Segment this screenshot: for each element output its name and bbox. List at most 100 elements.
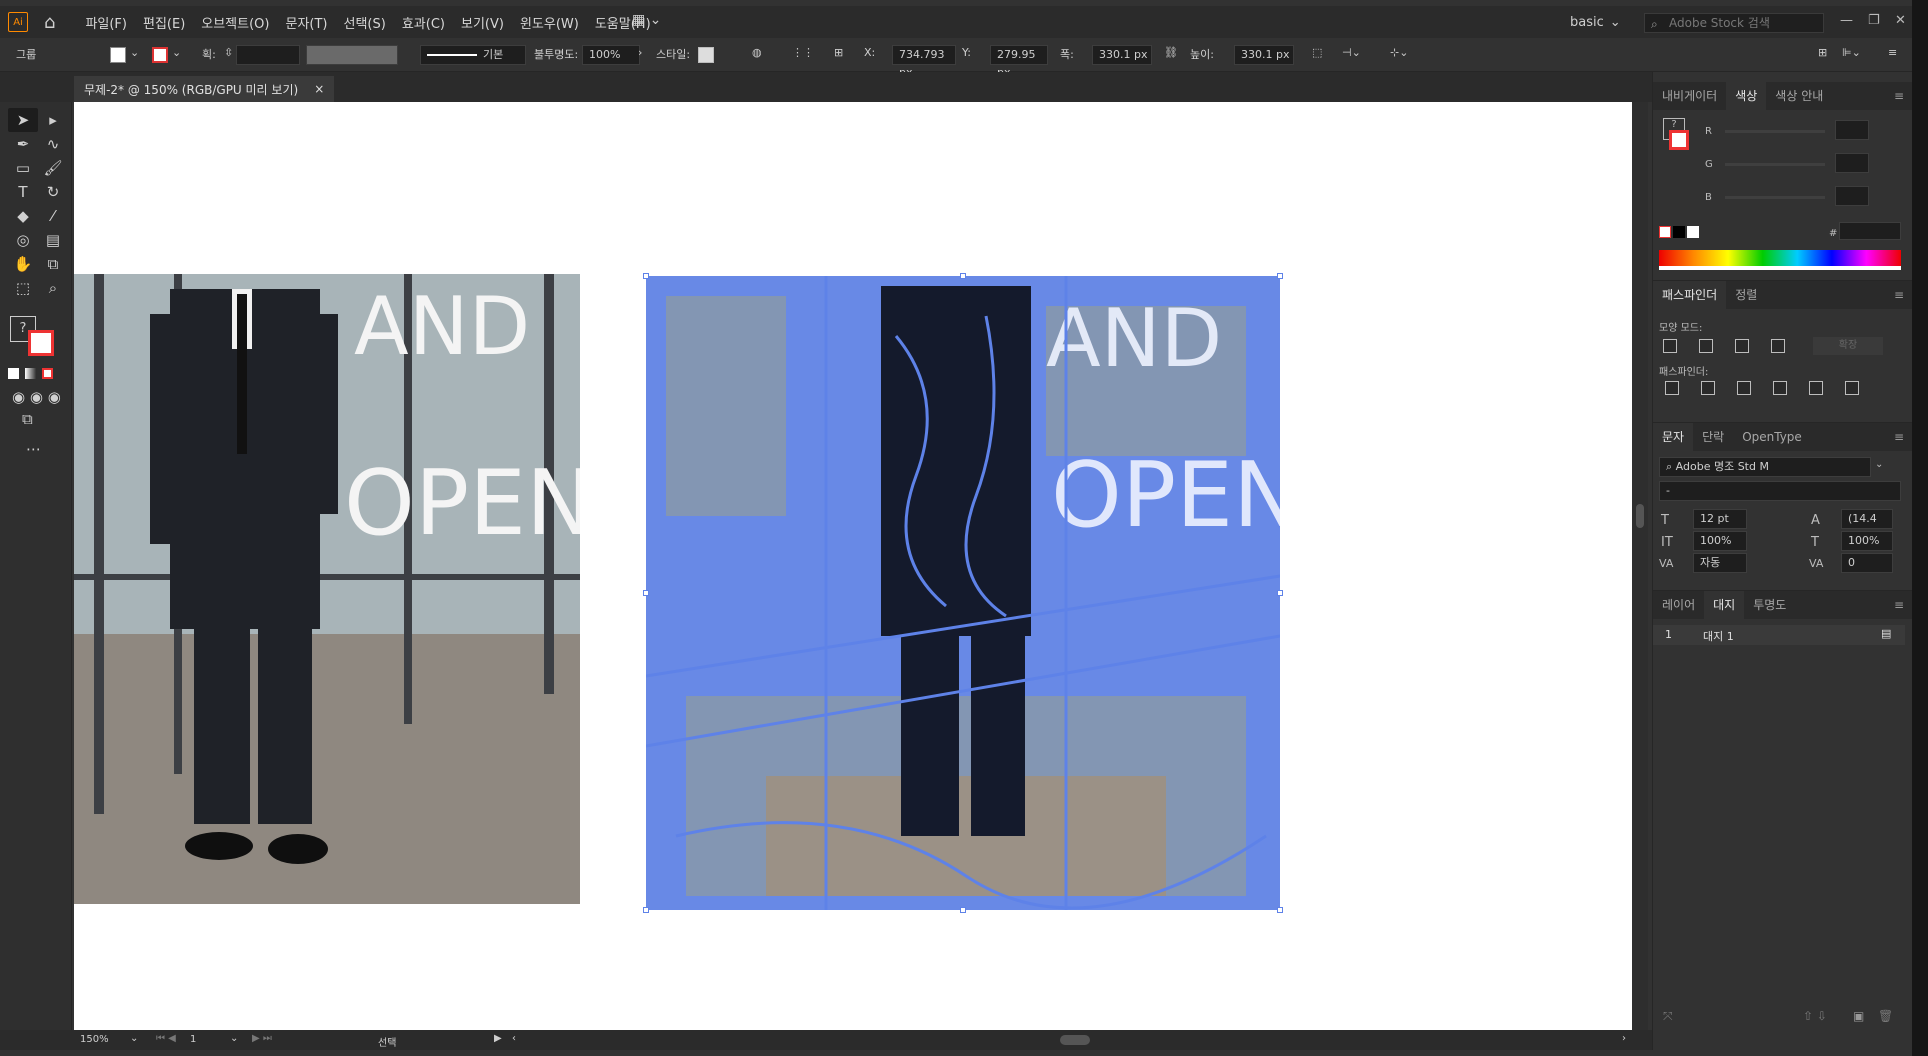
white-swatch[interactable] [1687,226,1699,238]
divide-icon[interactable] [1665,381,1679,395]
home-icon[interactable]: ⌂ [44,12,55,33]
panel-menu-icon[interactable]: ≡ [1894,430,1904,444]
rotate-tool-icon[interactable]: ↻ [38,180,68,204]
screen-mode-icon[interactable]: ⧉ [22,410,33,428]
tab-paragraph[interactable]: 단락 [1693,423,1733,451]
shape-builder-tool-icon[interactable]: ◎ [8,228,38,252]
gradient-swatch-icon[interactable] [25,368,36,379]
horizontal-scale-input[interactable]: 100% [1841,531,1893,551]
menu-window[interactable]: 윈도우(W) [512,13,587,32]
draw-mode-icon[interactable]: ◉ ◉ ◉ [12,388,61,406]
width-input[interactable]: 330.1 px [1092,45,1152,65]
direct-selection-tool-icon[interactable]: ▸ [38,108,68,132]
artboard-tool-icon[interactable]: ⬚ [8,276,38,300]
minimize-icon[interactable]: — [1840,13,1853,28]
color-swatch-icon[interactable] [8,368,19,379]
font-size-input[interactable]: 12 pt [1693,509,1747,529]
symbol-sprayer-tool-icon[interactable]: ⧉ [38,252,68,276]
artboard-options-icon[interactable]: ▤ [1881,627,1891,640]
selection-handle[interactable] [643,273,649,279]
move-up-icon[interactable]: ⇧ ⇩ [1803,1009,1827,1023]
status-mode[interactable]: 선택 [378,1034,396,1049]
rectangle-tool-icon[interactable]: ▭ [8,156,38,180]
selection-handle[interactable] [1277,590,1283,596]
scroll-left-icon[interactable]: ‹ [512,1033,516,1044]
new-artboard-icon[interactable]: ▣ [1853,1009,1864,1023]
traced-image-selected[interactable]: AND OPEN [646,276,1280,910]
selection-handle[interactable] [643,590,649,596]
selection-handle[interactable] [960,273,966,279]
kerning-input[interactable]: 자동 [1693,553,1747,573]
menu-object[interactable]: 오브젝트(O) [193,13,277,32]
panel-menu-icon[interactable]: ≡ [1894,89,1904,103]
r-input[interactable] [1835,120,1869,140]
first-artboard-icon[interactable]: ⏮ ◀ [156,1033,176,1044]
scroll-thumb[interactable] [1636,504,1644,528]
tab-character[interactable]: 문자 [1653,423,1694,451]
puppet-warp-tool-icon[interactable]: ✋ [8,252,38,276]
menu-type[interactable]: 문자(T) [277,13,335,32]
restore-icon[interactable]: ❐ [1868,13,1880,28]
trim-icon[interactable] [1701,381,1715,395]
x-input[interactable]: 734.793 px [892,45,956,79]
stroke-weight-input[interactable] [236,45,300,65]
b-slider[interactable] [1725,196,1825,199]
color-spectrum[interactable] [1659,250,1901,270]
tracking-input[interactable]: 0 [1841,553,1893,573]
menu-icon[interactable]: ≡ [1888,46,1897,59]
brush-definition[interactable]: 기본 [420,45,526,65]
pen-tool-icon[interactable]: ✒ [8,132,38,156]
panel-menu-icon[interactable]: ≡ [1894,598,1904,612]
selection-handle[interactable] [960,907,966,913]
align-icon[interactable]: ⋮⋮ [792,46,814,59]
fill-stroke-control[interactable]: ? [8,314,58,362]
tab-pathfinder[interactable]: 패스파인더 [1653,281,1727,309]
document-tab[interactable]: 무제-2* @ 150% (RGB/GPU 미리 보기) × [74,76,335,102]
recolor-icon[interactable]: ◍ [752,46,762,59]
vertical-scrollbar[interactable] [1632,102,1648,1030]
font-family-select[interactable]: ⌕ Adobe 명조 Std M [1659,457,1871,477]
panel-menu-icon[interactable]: ≡ [1894,288,1904,302]
tab-artboards[interactable]: 대지 [1704,591,1745,619]
black-swatch[interactable] [1673,226,1685,238]
tab-color-guide[interactable]: 색상 안내 [1766,82,1832,110]
menu-edit[interactable]: 편집(E) [135,13,193,32]
menu-select[interactable]: 선택(S) [336,13,394,32]
type-tool-icon[interactable]: T [8,180,38,204]
transform-icon[interactable]: ⊞ [834,46,843,59]
selection-handle[interactable] [1277,907,1283,913]
rearrange-icon[interactable]: ⤧ [1663,1009,1673,1024]
expand-button[interactable]: 확장 [1813,337,1883,355]
transform-box-icon[interactable]: ⬚ [1312,46,1322,59]
minus-front-icon[interactable] [1699,339,1713,353]
y-input[interactable]: 279.95 px [990,45,1048,79]
artboard-number[interactable]: 1 [190,1034,196,1045]
tab-navigator[interactable]: 내비게이터 [1653,82,1726,110]
stock-search-input[interactable]: ⌕ Adobe Stock 검색 [1644,13,1824,33]
zoom-level[interactable]: 150% [80,1034,109,1045]
outline-icon[interactable] [1809,381,1823,395]
chevron-down-icon[interactable]: ⌄ [230,1033,238,1044]
close-tab-icon[interactable]: × [314,82,324,96]
height-input[interactable]: 330.1 px [1234,45,1294,65]
chevron-down-icon[interactable]: ⌄ [130,1033,138,1044]
graphic-style-swatch[interactable] [698,47,714,63]
artboard-row[interactable]: 1 대지 1 ▤ [1653,625,1905,645]
chevron-down-icon[interactable]: ⌄ [172,46,181,59]
link-proportions-icon[interactable]: ⛓ [1164,46,1178,59]
exclude-icon[interactable] [1771,339,1785,353]
eraser-tool-icon[interactable]: ◆ [8,204,38,228]
opacity-input[interactable]: 100% [582,45,640,65]
minus-back-icon[interactable] [1845,381,1859,395]
selection-handle[interactable] [643,907,649,913]
close-window-icon[interactable]: ✕ [1895,13,1906,28]
arrange-documents-icon[interactable]: ▦ ⌄ [632,12,661,28]
scroll-right-icon[interactable]: › [1622,1033,1626,1044]
stroke-box-icon[interactable] [28,330,54,356]
gradient-tool-icon[interactable]: ▤ [38,228,68,252]
g-slider[interactable] [1725,163,1825,166]
more-tools-icon[interactable]: ⋯ [26,440,41,458]
stepper-icon[interactable]: ⇳ [224,46,233,59]
original-photo[interactable]: AND OPEN [74,274,580,904]
chevron-down-icon[interactable]: ⌄ [1875,459,1883,470]
